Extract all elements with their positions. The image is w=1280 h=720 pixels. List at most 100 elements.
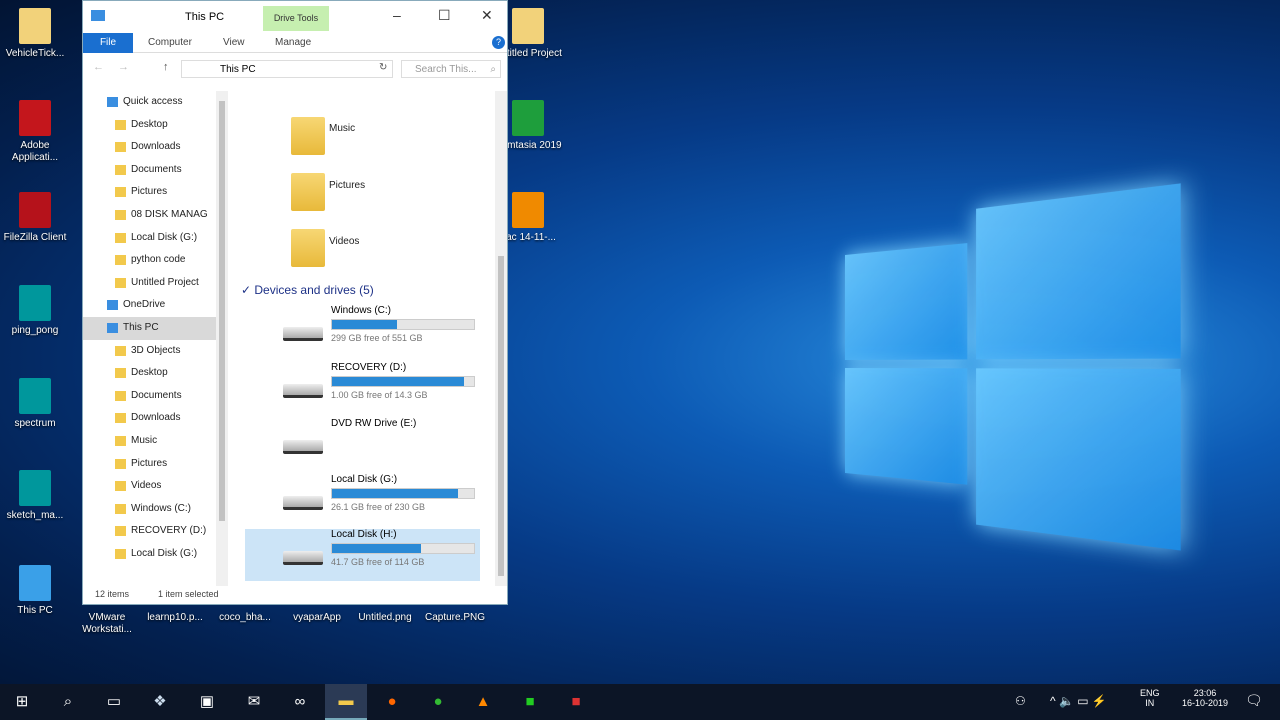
nav-item-icon bbox=[115, 209, 126, 220]
desktop-icon[interactable]: spectrum bbox=[0, 378, 70, 430]
language-indicator[interactable]: ENG IN bbox=[1140, 688, 1160, 708]
desktop-icon-image bbox=[512, 8, 544, 44]
folder-pictures[interactable]: Pictures bbox=[329, 180, 365, 191]
desktop-icon[interactable]: ping_pong bbox=[0, 285, 70, 337]
nav-item[interactable]: This PC bbox=[83, 316, 216, 340]
nav-item[interactable]: Quick access bbox=[83, 91, 216, 114]
mail-icon[interactable]: ✉ bbox=[244, 692, 264, 712]
camtasia-icon[interactable]: ■ bbox=[520, 692, 540, 712]
nav-item[interactable]: Videos bbox=[83, 475, 216, 498]
desktop-icon[interactable]: VMware Workstati... bbox=[72, 612, 142, 636]
hard-drive-icon bbox=[283, 496, 323, 510]
maximize-button[interactable]: ☐ bbox=[438, 7, 451, 24]
back-button[interactable]: ← bbox=[93, 61, 104, 73]
show-hidden-icons[interactable]: ^ 🔈 ▭ ⚡ bbox=[1050, 694, 1107, 708]
dropbox-icon[interactable]: ❖ bbox=[150, 692, 170, 712]
refresh-icon[interactable]: ↻ bbox=[379, 62, 387, 73]
drive-name: Windows (C:) bbox=[331, 305, 392, 316]
nav-item[interactable]: 08 DISK MANAG bbox=[83, 204, 216, 227]
desktop-icon-label: Untitled.png bbox=[358, 612, 412, 623]
desktop-icon[interactable]: Capture.PNG bbox=[420, 612, 490, 624]
desktop-icon[interactable]: VehicleTick... bbox=[0, 8, 70, 60]
nav-item[interactable]: Documents bbox=[83, 159, 216, 182]
address-bar[interactable]: This PC bbox=[181, 60, 393, 78]
store-icon[interactable]: ▣ bbox=[197, 692, 217, 712]
navigation-pane: Quick access Desktop Downloads Documents Pic… bbox=[83, 91, 216, 586]
help-icon[interactable]: ? bbox=[492, 36, 505, 49]
desktop-icon[interactable]: vyaparApp bbox=[282, 612, 352, 624]
drive-name: Local Disk (H:) bbox=[331, 529, 397, 540]
folder-videos[interactable]: Videos bbox=[329, 236, 359, 247]
desktop-icon[interactable]: This PC bbox=[0, 565, 70, 617]
tab-computer[interactable]: Computer bbox=[148, 37, 192, 48]
nav-item[interactable]: Documents bbox=[83, 385, 216, 408]
desktop-icon-image bbox=[512, 192, 544, 228]
task-view-button[interactable]: ▭ bbox=[104, 692, 124, 712]
time: 23:06 bbox=[1193, 688, 1217, 698]
start-button[interactable]: ⊞ bbox=[12, 692, 32, 712]
nav-item[interactable]: OneDrive bbox=[83, 294, 216, 317]
date: 16-10-2019 bbox=[1181, 698, 1229, 708]
nav-item[interactable]: Local Disk (G:) bbox=[83, 543, 216, 566]
nav-item[interactable]: Windows (C:) bbox=[83, 498, 216, 521]
nav-item[interactable]: Untitled Project bbox=[83, 272, 216, 295]
up-button[interactable]: ↑ bbox=[163, 61, 169, 73]
minimize-button[interactable]: – bbox=[393, 7, 401, 23]
drive-item[interactable]: Windows (C:) 299 GB free of 551 GB bbox=[245, 305, 480, 357]
title-bar: This PC Drive Tools – ☐ ✕ bbox=[83, 1, 507, 33]
search-button[interactable]: ⌕ bbox=[58, 692, 78, 712]
nav-item[interactable]: Downloads bbox=[83, 407, 216, 430]
nav-item[interactable]: Music bbox=[83, 430, 216, 453]
nav-item[interactable]: Pictures bbox=[83, 453, 216, 476]
group-header[interactable]: ✓ Devices and drives (5) bbox=[241, 283, 374, 297]
people-icon[interactable]: ⚇ bbox=[1015, 694, 1026, 708]
desktop-icon[interactable]: Untitled.png bbox=[350, 612, 420, 624]
desktop-icon-image bbox=[19, 470, 51, 506]
nav-item-icon bbox=[115, 503, 126, 514]
drive-item[interactable]: Local Disk (H:) 41.7 GB free of 114 GB bbox=[245, 529, 480, 581]
file-explorer-window: This PC Drive Tools – ☐ ✕ File Computer … bbox=[82, 0, 508, 605]
content-scrollbar[interactable] bbox=[495, 91, 507, 586]
desktop-icon-label: FileZilla Client bbox=[3, 232, 67, 243]
nav-scrollbar[interactable] bbox=[216, 91, 228, 586]
nav-item[interactable]: Pictures bbox=[83, 181, 216, 204]
nav-item[interactable]: RECOVERY (D:) bbox=[83, 520, 216, 543]
link-icon[interactable]: ∞ bbox=[290, 692, 310, 712]
nav-item-label: Windows (C:) bbox=[131, 502, 192, 514]
search-input[interactable]: Search This... ⌕ bbox=[401, 60, 501, 78]
desktop-icon[interactable]: learnp10.p... bbox=[140, 612, 210, 624]
nav-item[interactable]: python code bbox=[83, 249, 216, 272]
computer-icon bbox=[91, 10, 105, 21]
drive-item[interactable]: RECOVERY (D:) 1.00 GB free of 14.3 GB bbox=[245, 362, 480, 414]
close-button[interactable]: ✕ bbox=[481, 7, 493, 24]
desktop-icon-label: coco_bha... bbox=[219, 612, 271, 623]
drive-tools-tab[interactable]: Drive Tools bbox=[263, 6, 329, 31]
filezilla-icon[interactable]: ■ bbox=[566, 692, 586, 712]
desktop-icon[interactable]: coco_bha... bbox=[210, 612, 280, 624]
nav-item-icon bbox=[115, 435, 126, 446]
nav-item[interactable]: 3D Objects bbox=[83, 340, 216, 363]
desktop-icon[interactable]: Adobe Applicati... bbox=[0, 100, 70, 164]
hard-drive-icon bbox=[283, 551, 323, 565]
vlc-icon[interactable]: ▲ bbox=[473, 692, 493, 712]
nav-item[interactable]: Downloads bbox=[83, 136, 216, 159]
desktop-icon[interactable]: FileZilla Client bbox=[0, 192, 70, 244]
notifications-icon[interactable]: 🗨 bbox=[1245, 692, 1263, 709]
nav-item[interactable]: Desktop bbox=[83, 362, 216, 385]
forward-button[interactable]: → bbox=[118, 61, 129, 73]
desktop-icon[interactable]: sketch_ma... bbox=[0, 470, 70, 522]
firefox-icon[interactable]: ● bbox=[382, 692, 402, 712]
nav-item-icon bbox=[115, 187, 126, 198]
drive-item[interactable]: Local Disk (G:) 26.1 GB free of 230 GB bbox=[245, 474, 480, 526]
tab-view[interactable]: View bbox=[223, 37, 245, 48]
nav-item[interactable]: Desktop bbox=[83, 114, 216, 137]
app-icon[interactable]: ● bbox=[428, 692, 448, 712]
nav-item-label: Downloads bbox=[131, 141, 181, 153]
nav-item[interactable]: Local Disk (G:) bbox=[83, 227, 216, 250]
drive-item[interactable]: DVD RW Drive (E:) bbox=[245, 418, 480, 470]
clock[interactable]: 23:06 16-10-2019 bbox=[1175, 688, 1235, 708]
tab-manage[interactable]: Manage bbox=[275, 37, 311, 48]
file-explorer-taskbar-button[interactable]: ▬ bbox=[325, 684, 367, 720]
folder-music[interactable]: Music bbox=[329, 123, 355, 134]
tab-file[interactable]: File bbox=[83, 33, 133, 53]
